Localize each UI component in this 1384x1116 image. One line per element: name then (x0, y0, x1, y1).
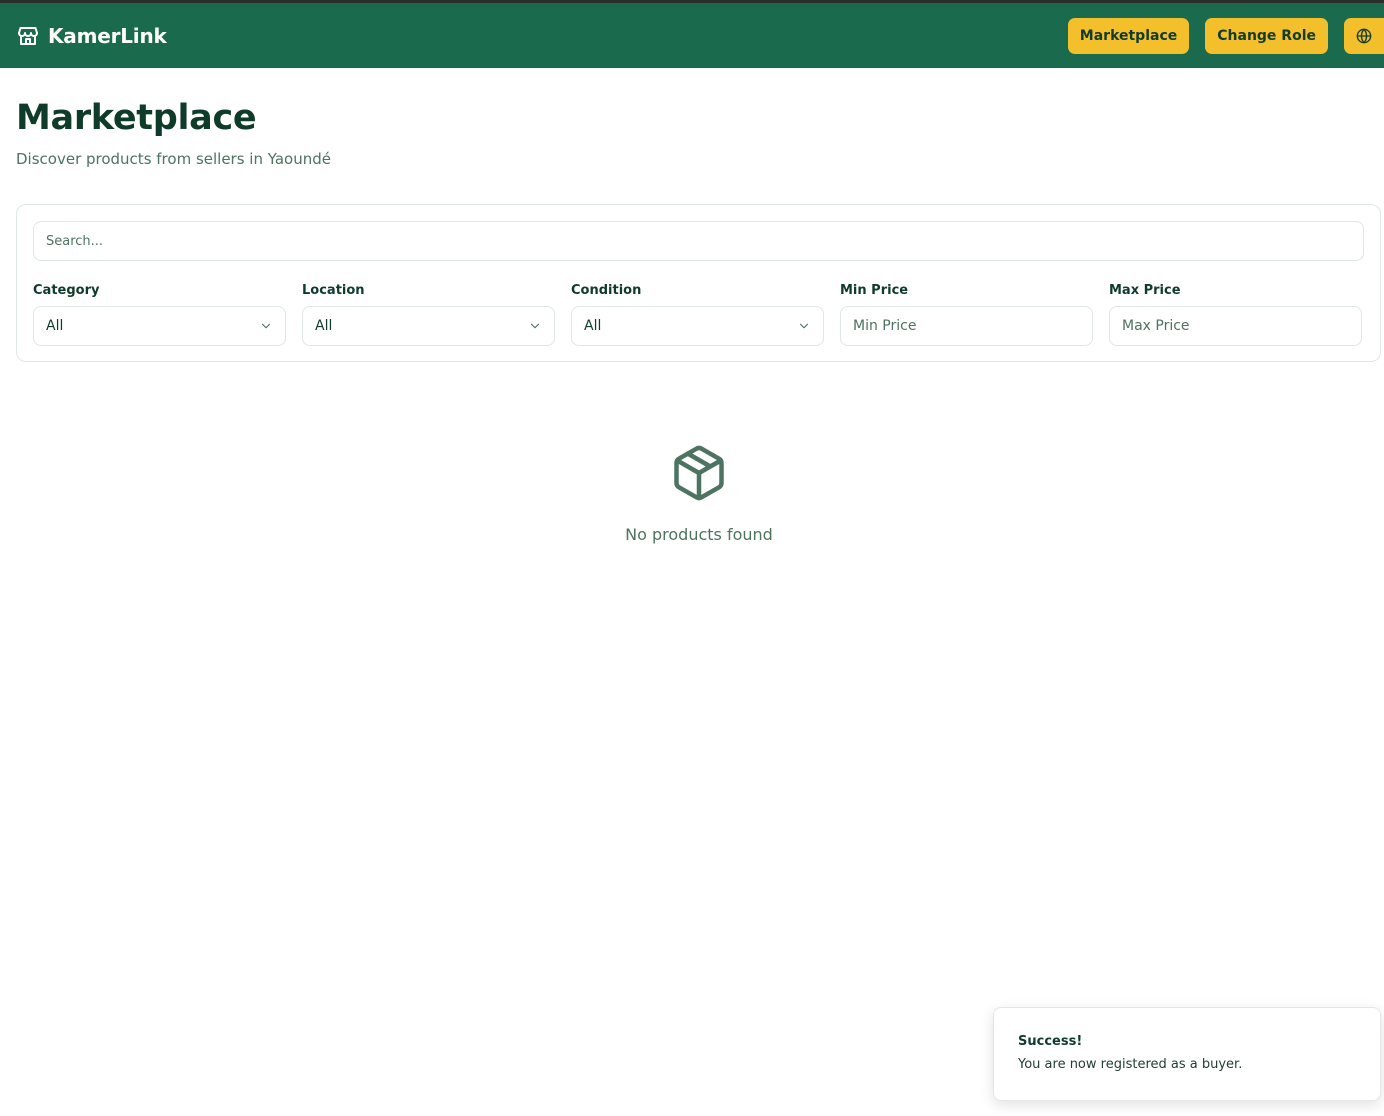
chevron-down-icon (797, 319, 811, 333)
condition-select[interactable]: All (571, 306, 824, 346)
filter-fields: Category All Location All Condition All (33, 283, 1364, 346)
page-subtitle: Discover products from sellers in Yaound… (16, 150, 331, 168)
package-icon (669, 443, 729, 503)
empty-message: No products found (625, 525, 773, 544)
toast-title: Success! (1018, 1034, 1083, 1049)
max-price-input[interactable] (1109, 306, 1362, 346)
change-role-button[interactable]: Change Role (1205, 17, 1328, 54)
store-icon (16, 24, 40, 48)
page-title: Marketplace (16, 98, 257, 138)
location-filter: Location All (302, 283, 555, 346)
max-price-label: Max Price (1109, 283, 1181, 298)
marketplace-button[interactable]: Marketplace (1067, 17, 1190, 54)
nav-actions: Marketplace Change Role (1067, 3, 1384, 68)
min-price-input[interactable] (840, 306, 1093, 346)
condition-filter: Condition All (571, 283, 824, 346)
location-label: Location (302, 283, 365, 298)
location-value: All (315, 318, 333, 334)
location-select[interactable]: All (302, 306, 555, 346)
min-price-label: Min Price (840, 283, 909, 298)
category-filter: Category All (33, 283, 286, 346)
brand[interactable]: KamerLink (16, 3, 167, 68)
min-price-filter: Min Price (840, 283, 1093, 346)
max-price-filter: Max Price (1109, 283, 1362, 346)
condition-label: Condition (571, 283, 642, 298)
chevron-down-icon (528, 319, 542, 333)
empty-state: No products found (0, 443, 1384, 544)
success-toast[interactable]: Success! You are now registered as a buy… (993, 1007, 1381, 1101)
chevron-down-icon (259, 319, 273, 333)
top-navbar: KamerLink Marketplace Change Role (0, 3, 1384, 68)
globe-icon (1356, 28, 1372, 44)
page-header: Marketplace Discover products from selle… (16, 98, 331, 168)
toast-message: You are now registered as a buyer. (1018, 1057, 1243, 1072)
category-value: All (46, 318, 64, 334)
filter-panel: Category All Location All Condition All (16, 204, 1381, 362)
condition-value: All (584, 318, 602, 334)
search-input[interactable] (33, 221, 1364, 261)
category-select[interactable]: All (33, 306, 286, 346)
category-label: Category (33, 283, 100, 298)
language-button[interactable] (1344, 17, 1384, 54)
brand-name: KamerLink (48, 23, 167, 48)
